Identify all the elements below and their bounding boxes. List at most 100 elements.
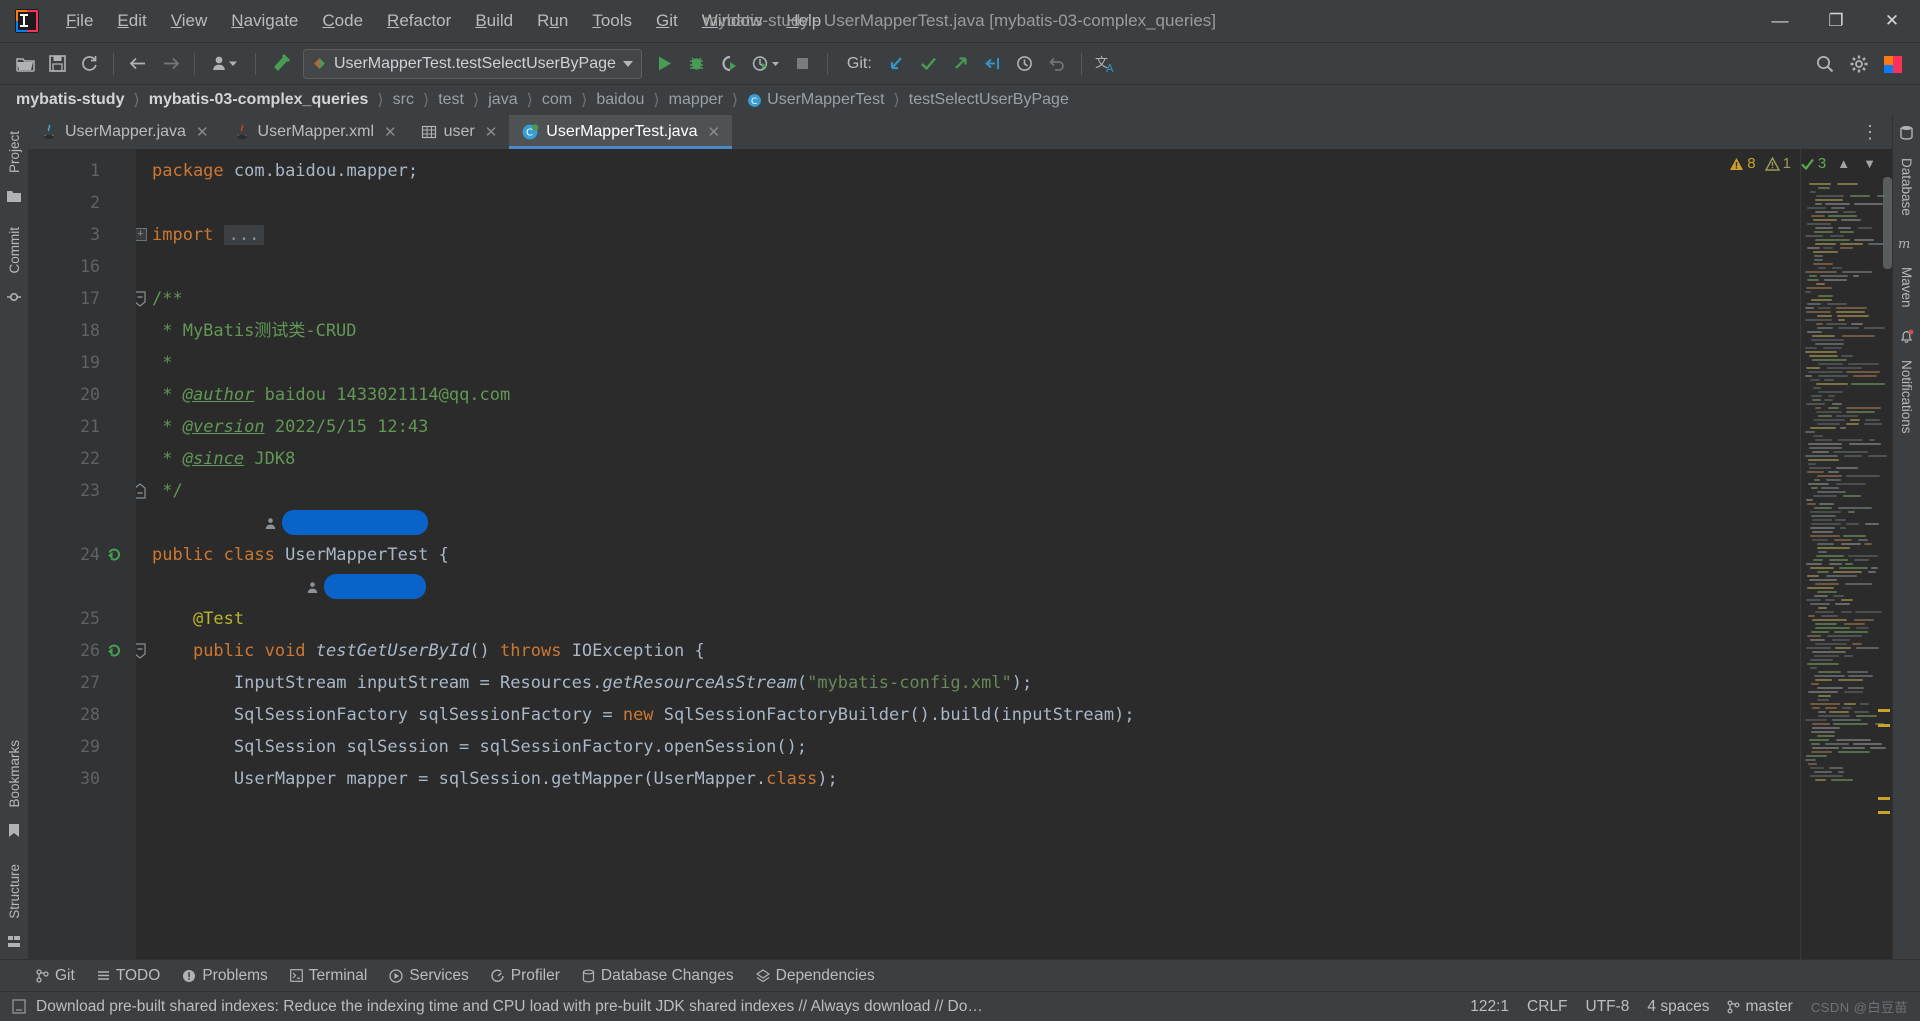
chevron-down-icon[interactable] <box>623 61 633 67</box>
code-token: JDK8 <box>244 449 295 469</box>
debug-icon[interactable] <box>682 49 712 79</box>
sidebar-item-notifications[interactable]: Notifications <box>1895 350 1918 444</box>
breadcrumb-item-1[interactable]: mybatis-03-complex_queries <box>145 91 373 109</box>
editor-minimap[interactable] <box>1800 149 1892 959</box>
code-content[interactable]: package com.baidou.mapper;+import .../**… <box>136 149 1800 959</box>
breadcrumb-item-5[interactable]: com <box>538 91 576 109</box>
sidebar-item-maven[interactable]: Maven <box>1895 257 1918 318</box>
minimize-button[interactable]: — <box>1752 0 1808 43</box>
editor-gutter[interactable]: 123161718192021222324252627282930 <box>28 149 136 959</box>
menu-view[interactable]: View <box>159 7 220 35</box>
chevron-up-icon[interactable]: ▲ <box>1835 156 1852 171</box>
tool-todo[interactable]: TODO <box>97 967 161 985</box>
caret-position[interactable]: 122:1 <box>1470 998 1509 1016</box>
import-fold-placeholder[interactable]: ... <box>224 225 265 245</box>
minimap-line <box>1812 727 1840 729</box>
menu-edit[interactable]: Edit <box>105 7 158 35</box>
menu-git[interactable]: Git <box>644 7 690 35</box>
error-stripe-marker[interactable] <box>1878 811 1890 814</box>
breadcrumb-item-9[interactable]: testSelectUserByPage <box>905 91 1073 109</box>
close-icon[interactable]: ✕ <box>196 123 209 141</box>
close-button[interactable]: ✕ <box>1864 0 1920 43</box>
tab-options-icon[interactable]: ⋮ <box>1849 115 1892 149</box>
warning-count[interactable]: 8 <box>1729 155 1755 172</box>
breadcrumb-item-0[interactable]: mybatis-study <box>12 91 128 109</box>
pull-request-icon[interactable] <box>978 49 1008 79</box>
inspection-widget[interactable]: 8 1 3 ▲ ▼ <box>1729 155 1878 172</box>
sidebar-item-commit[interactable]: Commit <box>3 217 26 284</box>
weak-warning-count[interactable]: 1 <box>1765 155 1791 172</box>
sidebar-item-bookmarks[interactable]: Bookmarks <box>3 730 26 818</box>
line-separator[interactable]: CRLF <box>1527 998 1567 1016</box>
folder-open-icon[interactable] <box>10 49 40 79</box>
tab-usermapper-java[interactable]: UserMapper.java ✕ <box>28 115 221 149</box>
arrow-right-icon[interactable] <box>155 49 185 79</box>
indent-setting[interactable]: 4 spaces <box>1647 998 1709 1016</box>
menu-build[interactable]: Build <box>463 7 525 35</box>
save-icon[interactable] <box>42 49 72 79</box>
code-editor[interactable]: 8 1 3 ▲ ▼ 123161718192021222324252627282… <box>28 149 1892 959</box>
checks-count[interactable]: 3 <box>1800 155 1826 172</box>
git-branch-widget[interactable]: master <box>1727 998 1792 1016</box>
update-project-icon[interactable] <box>882 49 912 79</box>
close-icon[interactable]: ✕ <box>485 123 498 141</box>
tool-dependencies[interactable]: Dependencies <box>756 967 875 985</box>
menu-refactor[interactable]: Refactor <box>375 7 463 35</box>
sidebar-item-database[interactable]: Database <box>1895 148 1918 226</box>
file-encoding[interactable]: UTF-8 <box>1586 998 1630 1016</box>
breadcrumb-item-6[interactable]: baidou <box>592 91 648 109</box>
run-test-gutter-icon[interactable] <box>106 546 123 563</box>
idea-plugin-icon[interactable] <box>1878 49 1908 79</box>
error-stripe-marker[interactable] <box>1878 797 1890 800</box>
hammer-icon[interactable] <box>265 49 295 79</box>
error-stripe-marker[interactable] <box>1878 709 1890 712</box>
arrow-left-icon[interactable] <box>123 49 153 79</box>
breadcrumb-item-8[interactable]: C UserMapperTest <box>743 91 888 109</box>
tool-profiler[interactable]: Profiler <box>491 967 560 985</box>
breadcrumb-item-7[interactable]: mapper <box>665 91 727 109</box>
breadcrumb-item-4[interactable]: java <box>484 91 521 109</box>
menu-help[interactable]: Help <box>774 7 833 35</box>
run-with-coverage-icon[interactable] <box>714 49 744 79</box>
undo-icon[interactable] <box>1042 49 1072 79</box>
status-message[interactable]: Download pre-built shared indexes: Reduc… <box>36 998 983 1016</box>
tool-terminal[interactable]: Terminal <box>290 967 368 985</box>
run-configuration-selector[interactable]: UserMapperTest.testSelectUserByPage <box>303 49 642 79</box>
tab-usermappertest-java[interactable]: C UserMapperTest.java ✕ <box>509 115 732 149</box>
push-icon[interactable] <box>946 49 976 79</box>
search-everywhere-icon[interactable] <box>1810 49 1840 79</box>
breadcrumb-item-3[interactable]: test <box>434 91 468 109</box>
close-icon[interactable]: ✕ <box>707 123 720 141</box>
commit-icon[interactable] <box>914 49 944 79</box>
menu-run[interactable]: Run <box>525 7 580 35</box>
sidebar-item-structure[interactable]: Structure <box>3 854 26 929</box>
tab-usermapper-xml[interactable]: UserMapper.xml ✕ <box>221 115 409 149</box>
stop-icon[interactable] <box>788 49 818 79</box>
maximize-button[interactable]: ❐ <box>1808 0 1864 43</box>
menu-file[interactable]: File <box>54 7 105 35</box>
menu-tools[interactable]: Tools <box>580 7 644 35</box>
history-icon[interactable] <box>1010 49 1040 79</box>
menu-code[interactable]: Code <box>310 7 375 35</box>
settings-gear-icon[interactable] <box>1844 49 1874 79</box>
translate-icon[interactable]: 文A <box>1091 49 1125 79</box>
menu-navigate[interactable]: Navigate <box>219 7 310 35</box>
error-stripe-marker[interactable] <box>1878 724 1890 727</box>
run-icon[interactable] <box>650 49 680 79</box>
run-test-gutter-icon[interactable] <box>106 642 123 659</box>
code-line: package com.baidou.mapper; <box>136 155 418 187</box>
menu-window[interactable]: Window <box>690 7 774 35</box>
breadcrumb-item-2[interactable]: src <box>389 91 418 109</box>
refresh-icon[interactable] <box>74 49 104 79</box>
tool-services[interactable]: Services <box>389 967 468 985</box>
tab-user-table[interactable]: user ✕ <box>409 115 510 149</box>
tool-database-changes[interactable]: Database Changes <box>582 967 734 985</box>
chevron-down-icon[interactable]: ▼ <box>1861 156 1878 171</box>
close-icon[interactable]: ✕ <box>384 123 397 141</box>
user-dropdown-icon[interactable] <box>204 49 246 79</box>
tool-problems[interactable]: Problems <box>182 967 267 985</box>
sidebar-item-project[interactable]: Project <box>3 121 26 183</box>
editor-scrollbar-thumb[interactable] <box>1883 177 1892 269</box>
tool-git[interactable]: Git <box>36 967 75 985</box>
profiler-icon[interactable] <box>746 49 786 79</box>
